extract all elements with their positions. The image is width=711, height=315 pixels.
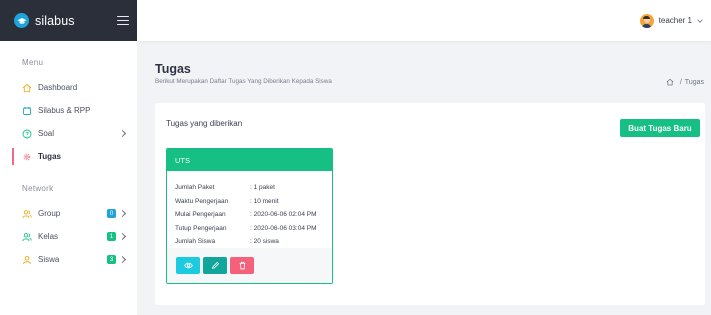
menu-section-label: Menu	[22, 58, 44, 67]
users-icon	[22, 232, 32, 242]
sidebar-item-label: Siswa	[38, 255, 60, 264]
edit-task-button[interactable]	[203, 257, 227, 274]
sidebar-item-label: Tugas	[38, 152, 61, 161]
breadcrumb-separator: /	[679, 78, 682, 86]
detail-value: : 1 paket	[250, 184, 275, 192]
chevron-right-icon	[118, 232, 127, 241]
sidebar-item-label: Soal	[38, 129, 55, 138]
sidebar-brand: silabus	[0, 0, 137, 41]
task-detail-row: Jumlah Paket : 1 paket	[175, 181, 332, 195]
chevron-down-icon	[697, 16, 703, 23]
sidebar-item-dashboard[interactable]: Dashboard	[0, 76, 137, 99]
sidebar-item-soal[interactable]: Soal	[0, 122, 137, 145]
eye-icon	[183, 262, 193, 269]
sidebar-item-label: Kelas	[38, 232, 59, 241]
chevron-right-icon	[118, 209, 127, 218]
detail-label: Mulai Pengerjaan	[175, 211, 226, 219]
count-badge: 0	[107, 209, 116, 218]
sidebar-item-label: Dashboard	[38, 83, 78, 92]
document-icon	[22, 106, 32, 116]
trash-icon	[239, 261, 245, 270]
task-detail-row: Jumlah Siswa : 20 siswa	[175, 235, 332, 249]
detail-value: : 2020-06-06 02:04 PM	[250, 211, 317, 219]
user-name: teacher 1	[658, 16, 692, 25]
card-title: Tugas yang diberikan	[166, 119, 243, 128]
sidebar-item-kelas[interactable]: Kelas 1	[0, 225, 137, 248]
task-actions	[167, 248, 332, 283]
tasks-card: Tugas yang diberikan Buat Tugas Baru UTS…	[155, 103, 705, 305]
count-badge: 1	[107, 232, 116, 241]
home-icon	[22, 83, 32, 93]
users-icon	[22, 209, 32, 219]
task-detail-row: Tutup Pengerjaan : 2020-06-06 03:04 PM	[175, 222, 332, 236]
question-circle-icon	[22, 129, 32, 139]
task-detail-row: Waktu Pengerjaan : 10 menit	[175, 195, 332, 209]
brand-name: silabus	[35, 13, 75, 28]
detail-value: : 2020-06-06 03:04 PM	[250, 224, 317, 232]
sidebar-item-group[interactable]: Group 0	[0, 202, 137, 225]
breadcrumb-current: Tugas	[684, 78, 704, 86]
user-menu[interactable]: teacher 1	[639, 13, 703, 28]
detail-label: Waktu Pengerjaan	[175, 197, 229, 205]
home-icon[interactable]	[666, 78, 674, 86]
gear-icon	[22, 152, 32, 162]
sidebar-item-tugas[interactable]: Tugas	[0, 145, 137, 168]
sidebar: silabus Menu Dashboard Silabus & RPP Soa…	[0, 0, 137, 315]
count-badge: 3	[107, 255, 116, 264]
page-subtitle: Berikut Merupakan Daftar Tugas Yang Dibe…	[155, 78, 332, 85]
detail-label: Jumlah Siswa	[175, 238, 216, 246]
hamburger-icon[interactable]	[117, 15, 129, 26]
page-title: Tugas	[155, 62, 191, 76]
sidebar-item-silabus-rpp[interactable]: Silabus & RPP	[0, 99, 137, 122]
task-detail-row: Mulai Pengerjaan : 2020-06-06 02:04 PM	[175, 208, 332, 222]
top-bar: teacher 1	[137, 0, 711, 41]
graduation-cap-icon	[14, 13, 29, 28]
delete-task-button[interactable]	[230, 257, 254, 274]
sidebar-item-label: Silabus & RPP	[38, 106, 91, 115]
detail-label: Tutup Pengerjaan	[175, 224, 227, 232]
avatar	[639, 13, 654, 28]
detail-label: Jumlah Paket	[175, 184, 215, 192]
chevron-right-icon	[118, 255, 127, 264]
task-name: UTS	[167, 149, 332, 171]
detail-value: : 20 siswa	[250, 238, 279, 246]
breadcrumb: / Tugas	[666, 78, 704, 86]
create-task-button[interactable]: Buat Tugas Baru	[620, 119, 700, 137]
sidebar-item-label: Group	[38, 209, 61, 218]
sidebar-item-siswa[interactable]: Siswa 3	[0, 248, 137, 271]
detail-value: : 10 menit	[250, 197, 279, 205]
network-section-label: Network	[22, 184, 54, 193]
chevron-right-icon	[118, 129, 127, 138]
pencil-icon	[211, 261, 219, 269]
view-task-button[interactable]	[176, 257, 200, 274]
task-details: Jumlah Paket : 1 paket Waktu Pengerjaan …	[167, 171, 332, 249]
user-icon	[22, 255, 32, 265]
task-card: UTS Jumlah Paket : 1 paket Waktu Pengerj…	[166, 148, 333, 284]
